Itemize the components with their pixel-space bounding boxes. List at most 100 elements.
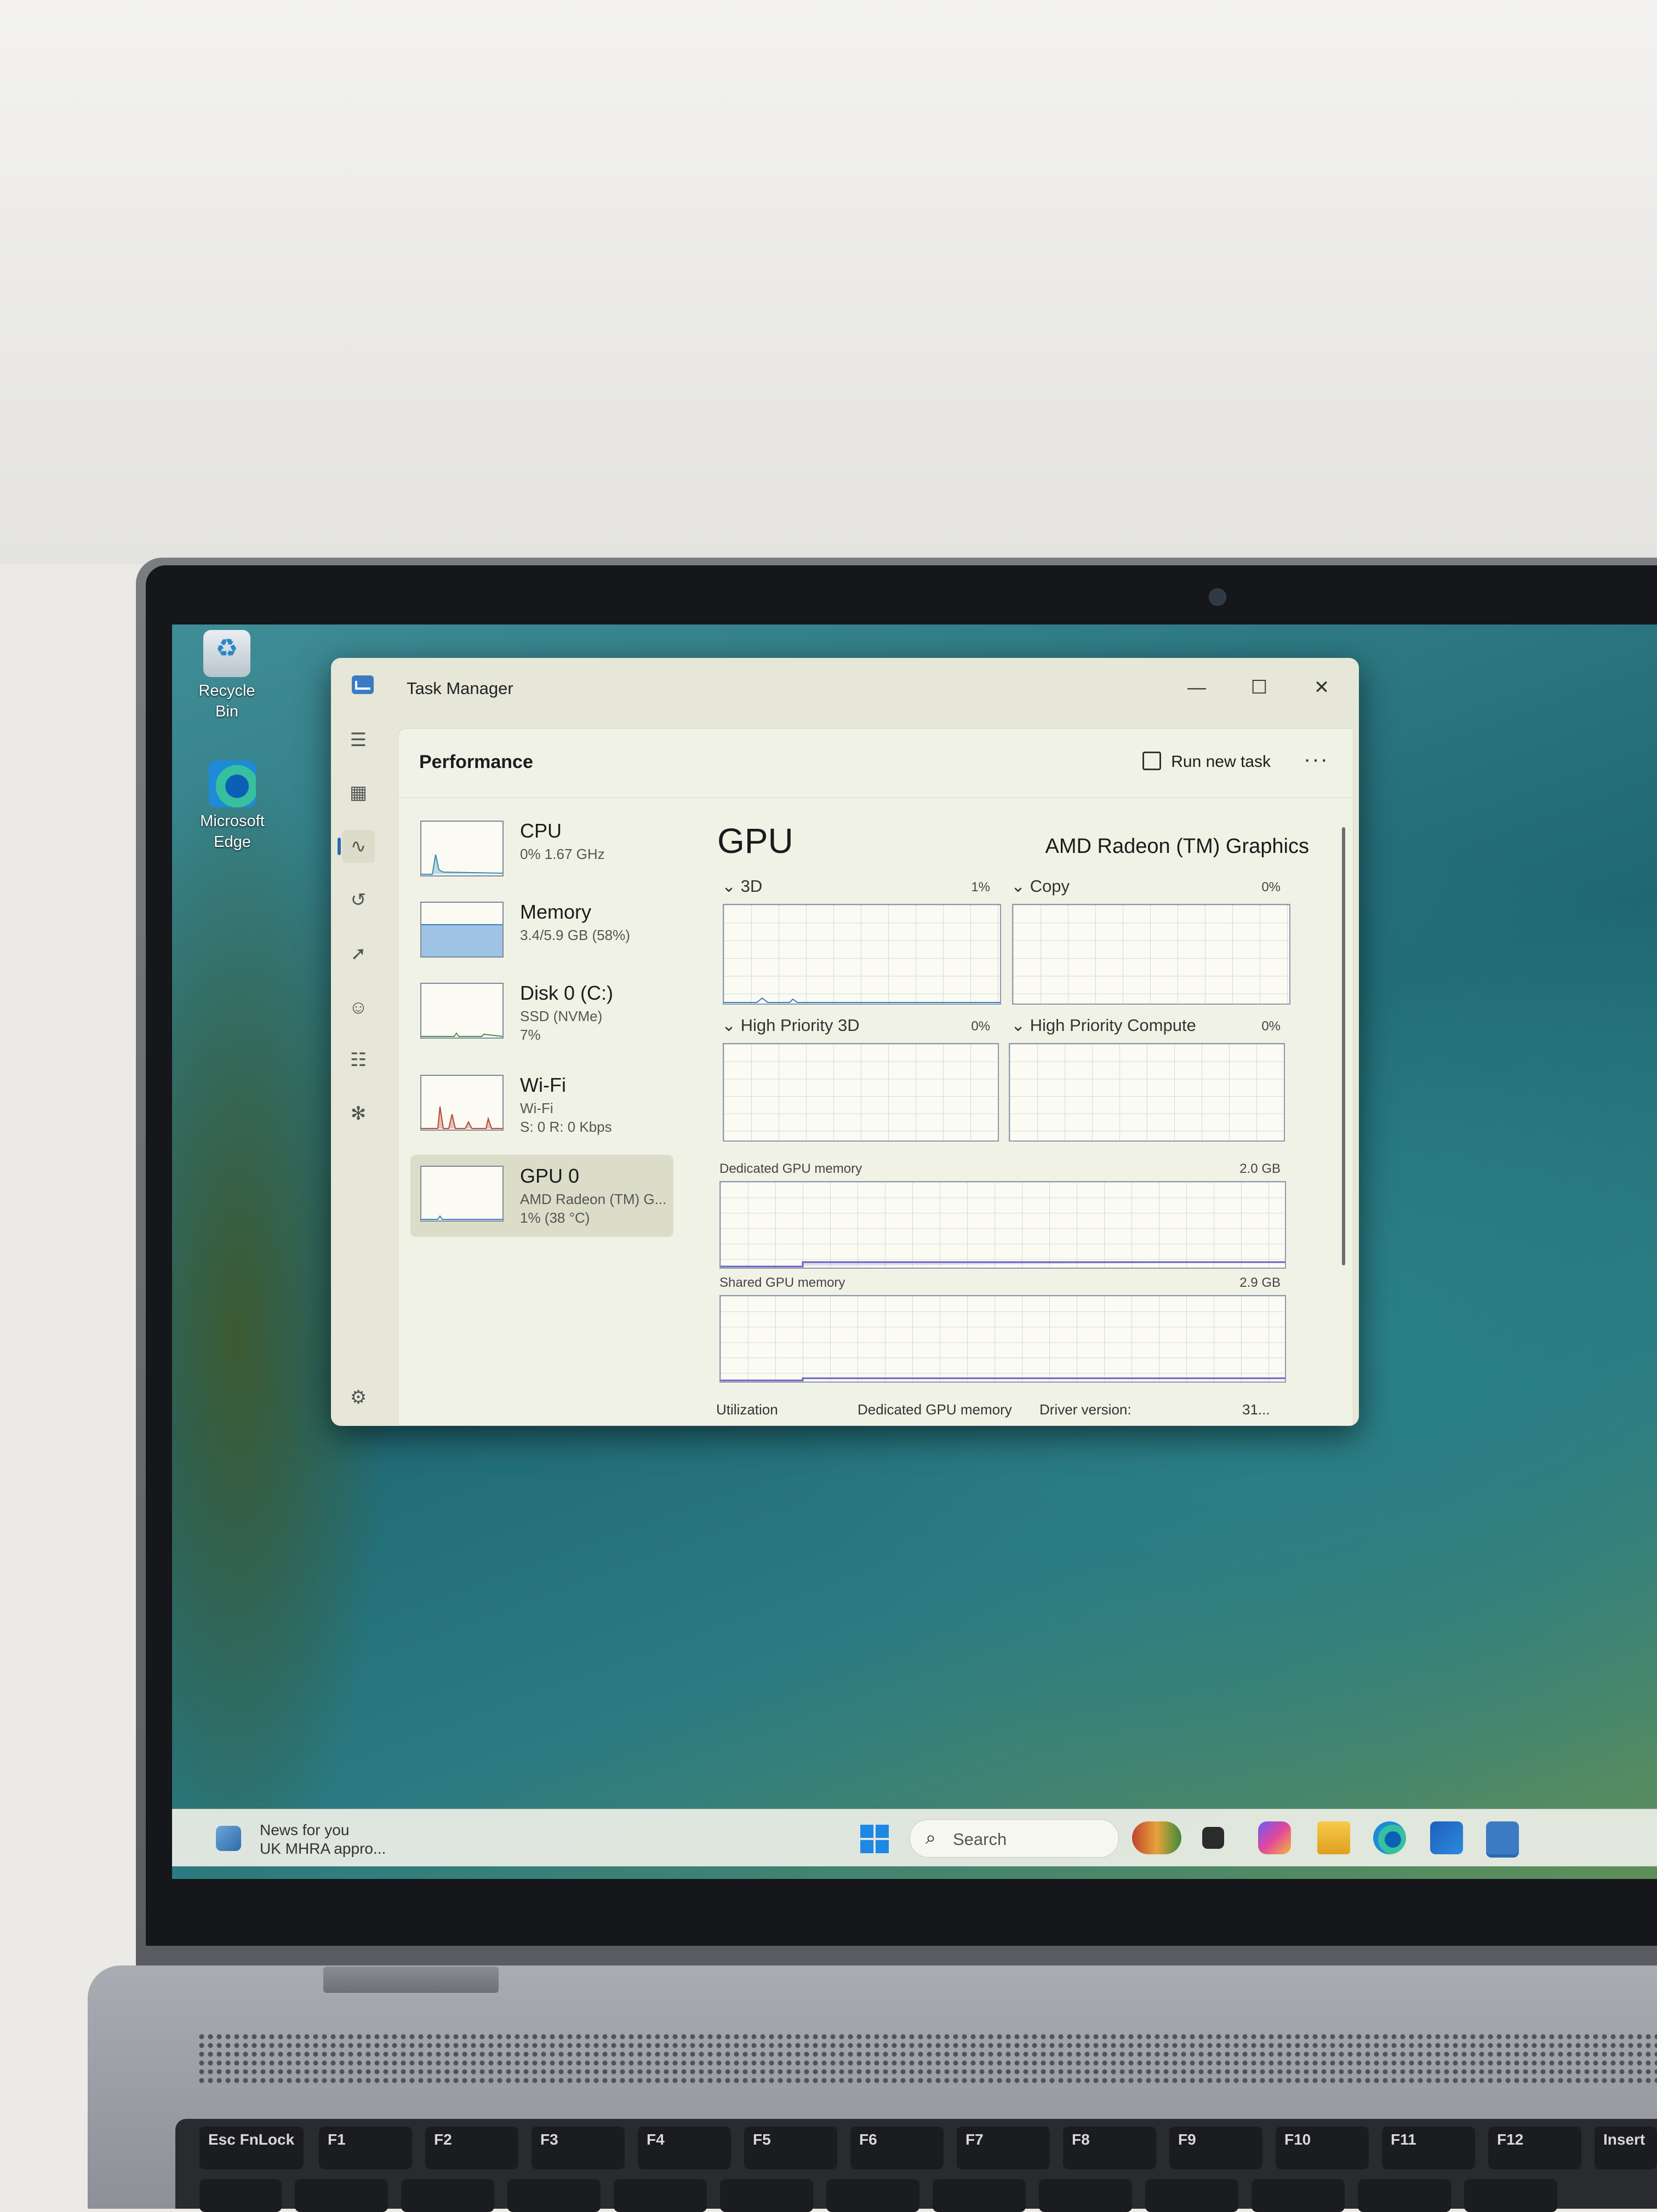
window-title: Task Manager bbox=[407, 679, 513, 698]
key-2[interactable] bbox=[401, 2179, 494, 2212]
resource-memory[interactable]: Memory 3.4/5.9 GB (58%) bbox=[410, 891, 673, 973]
graph-shared-memory bbox=[719, 1295, 1286, 1383]
file-explorer-icon[interactable] bbox=[1317, 1821, 1350, 1854]
resource-name: CPU bbox=[520, 820, 562, 842]
resource-wifi[interactable]: Wi-Fi Wi-Fi S: 0 R: 0 Kbps bbox=[410, 1064, 673, 1146]
background-wall bbox=[0, 0, 1657, 564]
edge-shortcut[interactable]: Microsoft Edge bbox=[194, 760, 271, 852]
processes-icon[interactable]: ▦ bbox=[342, 776, 375, 809]
gpu-thumbnail-graph bbox=[420, 1166, 504, 1222]
run-task-icon bbox=[1142, 752, 1162, 770]
hamburger-menu-icon[interactable]: ☰ bbox=[342, 724, 375, 757]
key-3[interactable] bbox=[507, 2179, 601, 2212]
run-new-task-label: Run new task bbox=[1171, 753, 1271, 771]
news-widget-title[interactable]: News for you bbox=[260, 1821, 349, 1839]
resource-detail-2: 7% bbox=[520, 1027, 541, 1043]
copilot-icon[interactable] bbox=[1258, 1821, 1291, 1854]
performance-icon[interactable]: ∿ bbox=[338, 830, 375, 863]
taskbar: News for you UK MHRA appro... ⌕ Search bbox=[172, 1809, 1657, 1866]
key-tilde[interactable] bbox=[199, 2179, 282, 2212]
key-4[interactable] bbox=[614, 2179, 707, 2212]
key-equals[interactable] bbox=[1464, 2179, 1557, 2212]
store-icon[interactable] bbox=[1430, 1821, 1463, 1854]
details-icon[interactable]: ☷ bbox=[342, 1044, 375, 1076]
resource-cpu[interactable]: CPU 0% 1.67 GHz bbox=[410, 810, 673, 892]
cpu-thumbnail-graph bbox=[420, 821, 504, 876]
key-f3[interactable]: F3 bbox=[532, 2127, 625, 2169]
key-0[interactable] bbox=[1252, 2179, 1345, 2212]
key-f7[interactable]: F7 bbox=[957, 2127, 1050, 2169]
news-widget-icon[interactable] bbox=[216, 1826, 241, 1851]
gpu-heading: GPU bbox=[717, 821, 793, 861]
settings-icon[interactable]: ⚙ bbox=[342, 1381, 375, 1414]
hinge bbox=[323, 1967, 499, 1993]
recycle-bin-shortcut[interactable]: ♻ Recycle Bin bbox=[194, 630, 260, 722]
key-minus[interactable] bbox=[1358, 2179, 1451, 2212]
scrollbar[interactable] bbox=[1342, 827, 1345, 1265]
resource-gpu[interactable]: GPU 0 AMD Radeon (TM) G... 1% (38 °C) bbox=[410, 1155, 673, 1237]
task-view-icon[interactable] bbox=[1202, 1827, 1224, 1849]
edge-icon bbox=[209, 760, 256, 807]
task-manager-taskbar-icon[interactable] bbox=[1486, 1821, 1519, 1858]
key-5[interactable] bbox=[720, 2179, 813, 2212]
disk-thumbnail-graph bbox=[420, 983, 504, 1039]
title-bar[interactable]: Task Manager — ☐ ✕ bbox=[331, 658, 1359, 719]
widgets-icon[interactable] bbox=[1132, 1821, 1181, 1854]
startup-apps-icon[interactable]: ➚ bbox=[342, 937, 375, 970]
graph-high-priority-compute bbox=[1009, 1043, 1285, 1142]
key-6[interactable] bbox=[826, 2179, 919, 2212]
engine-percent: 1% bbox=[971, 880, 990, 895]
task-manager-window: Task Manager — ☐ ✕ ☰ ▦ ∿ ↺ ➚ ☺ ☷ ✻ ⚙ Per… bbox=[331, 658, 1359, 1426]
key-1[interactable] bbox=[295, 2179, 388, 2212]
app-history-icon[interactable]: ↺ bbox=[342, 884, 375, 916]
engine-label: High Priority Compute bbox=[1030, 1016, 1196, 1035]
resource-name: Wi-Fi bbox=[520, 1074, 566, 1096]
key-8[interactable] bbox=[1039, 2179, 1132, 2212]
more-options-button[interactable]: ··· bbox=[1304, 747, 1329, 772]
driver-version-value: 31... bbox=[1242, 1401, 1270, 1418]
keyboard: Esc FnLock F1 F2 F3 F4 F5 F6 F7 F8 F9 F1… bbox=[175, 2119, 1657, 2212]
news-widget-headline[interactable]: UK MHRA appro... bbox=[260, 1840, 386, 1858]
engine-dropdown-3d[interactable]: ⌄ 3D bbox=[722, 876, 762, 896]
key-f5[interactable]: F5 bbox=[744, 2127, 837, 2169]
key-f11[interactable]: F11 bbox=[1382, 2127, 1475, 2169]
users-icon[interactable]: ☺ bbox=[342, 991, 375, 1024]
performance-pane: Performance Run new task ··· CPU 0% 1.67… bbox=[398, 728, 1353, 1426]
taskbar-search[interactable]: ⌕ Search bbox=[910, 1819, 1119, 1858]
resource-disk[interactable]: Disk 0 (C:) SSD (NVMe) 7% bbox=[410, 972, 673, 1054]
key-f4[interactable]: F4 bbox=[638, 2127, 731, 2169]
key-insert[interactable]: Insert bbox=[1595, 2127, 1657, 2169]
resource-detail: 0% 1.67 GHz bbox=[520, 846, 605, 862]
run-new-task-button[interactable]: Run new task bbox=[1142, 752, 1271, 771]
driver-version-label: Driver version: bbox=[1039, 1401, 1132, 1418]
graph-high-priority-3d bbox=[723, 1043, 999, 1142]
key-f2[interactable]: F2 bbox=[425, 2127, 518, 2169]
search-placeholder: Search bbox=[953, 1830, 1007, 1849]
key-f9[interactable]: F9 bbox=[1169, 2127, 1262, 2169]
services-icon[interactable]: ✻ bbox=[342, 1097, 375, 1130]
resource-name: GPU 0 bbox=[520, 1165, 580, 1187]
key-f12[interactable]: F12 bbox=[1488, 2127, 1581, 2169]
key-f6[interactable]: F6 bbox=[850, 2127, 944, 2169]
recycle-bin-label: Recycle Bin bbox=[198, 682, 255, 720]
start-button-icon[interactable] bbox=[860, 1825, 889, 1853]
engine-dropdown-copy[interactable]: ⌄ Copy bbox=[1011, 876, 1070, 896]
key-7[interactable] bbox=[933, 2179, 1026, 2212]
resource-name: Memory bbox=[520, 901, 592, 923]
minimize-button[interactable]: — bbox=[1166, 668, 1227, 707]
key-esc[interactable]: Esc FnLock bbox=[199, 2127, 304, 2169]
engine-dropdown-high-priority-compute[interactable]: ⌄ High Priority Compute bbox=[1011, 1016, 1196, 1035]
speaker-grille bbox=[197, 2032, 1657, 2085]
edge-taskbar-icon[interactable] bbox=[1373, 1821, 1406, 1854]
resource-detail: 3.4/5.9 GB (58%) bbox=[520, 927, 630, 943]
maximize-button[interactable]: ☐ bbox=[1229, 668, 1290, 707]
key-f10[interactable]: F10 bbox=[1276, 2127, 1369, 2169]
key-f1[interactable]: F1 bbox=[319, 2127, 412, 2169]
utilization-label: Utilization bbox=[716, 1401, 778, 1418]
close-button[interactable]: ✕ bbox=[1291, 668, 1352, 707]
shared-memory-label: Shared GPU memory bbox=[719, 1275, 845, 1290]
key-f8[interactable]: F8 bbox=[1063, 2127, 1156, 2169]
engine-dropdown-high-priority-3d[interactable]: ⌄ High Priority 3D bbox=[722, 1016, 860, 1035]
key-9[interactable] bbox=[1145, 2179, 1238, 2212]
resource-detail: AMD Radeon (TM) G... bbox=[520, 1191, 667, 1207]
